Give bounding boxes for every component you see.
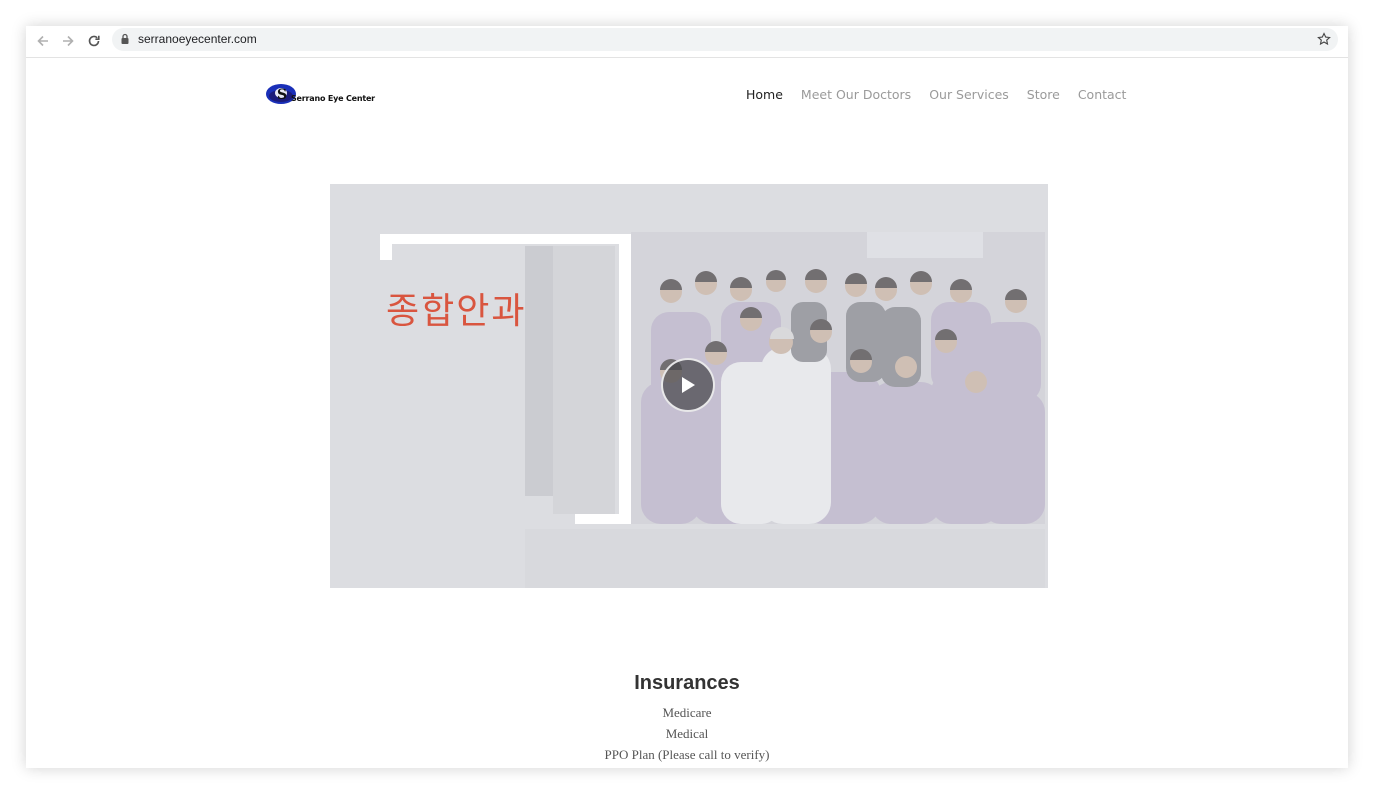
address-bar[interactable]: serranoeyecenter.com [112,28,1338,51]
url-text: serranoeyecenter.com [138,32,257,46]
decor-frame [380,234,630,244]
nav-home[interactable]: Home [746,87,783,102]
insurance-item: Medicare [662,705,712,720]
arrow-left-icon [37,35,48,47]
play-icon [682,377,695,393]
decor-frame [619,234,631,524]
decor-frame [575,514,631,524]
decor-frame [380,234,392,260]
forward-button[interactable] [58,31,78,51]
decor-panel [525,246,553,496]
main-nav: Home Meet Our Doctors Our Services Store… [746,87,1144,102]
site-logo[interactable]: S Serrano Eye Center [266,80,375,110]
svg-text:S: S [277,87,287,103]
star-icon[interactable] [1317,32,1331,46]
browser-toolbar: serranoeyecenter.com [26,26,1348,58]
back-button[interactable] [33,31,53,51]
play-button[interactable] [661,358,715,412]
decor-panel [553,246,615,514]
video-player[interactable]: 종합안과 [330,184,1048,588]
reload-icon [88,35,100,47]
browser-window: serranoeyecenter.com S Serrano Eye Cente… [26,26,1348,768]
arrow-right-icon [63,35,74,47]
page-content: S Serrano Eye Center Home Meet Our Docto… [26,58,1348,768]
video-overlay-text: 종합안과 [386,291,527,332]
insurance-item: Medical [665,726,709,741]
insurance-item: PPO Plan (Please call to verify) [604,747,770,762]
lock-icon [121,33,129,44]
insurances-title: Insurances [634,672,740,694]
reload-button[interactable] [84,31,104,51]
logo-text: Serrano Eye Center [291,94,375,103]
photo-reflection [525,529,1045,588]
nav-meet-our-doctors[interactable]: Meet Our Doctors [801,87,911,102]
nav-our-services[interactable]: Our Services [929,87,1009,102]
nav-contact[interactable]: Contact [1078,87,1127,102]
nav-store[interactable]: Store [1027,87,1060,102]
